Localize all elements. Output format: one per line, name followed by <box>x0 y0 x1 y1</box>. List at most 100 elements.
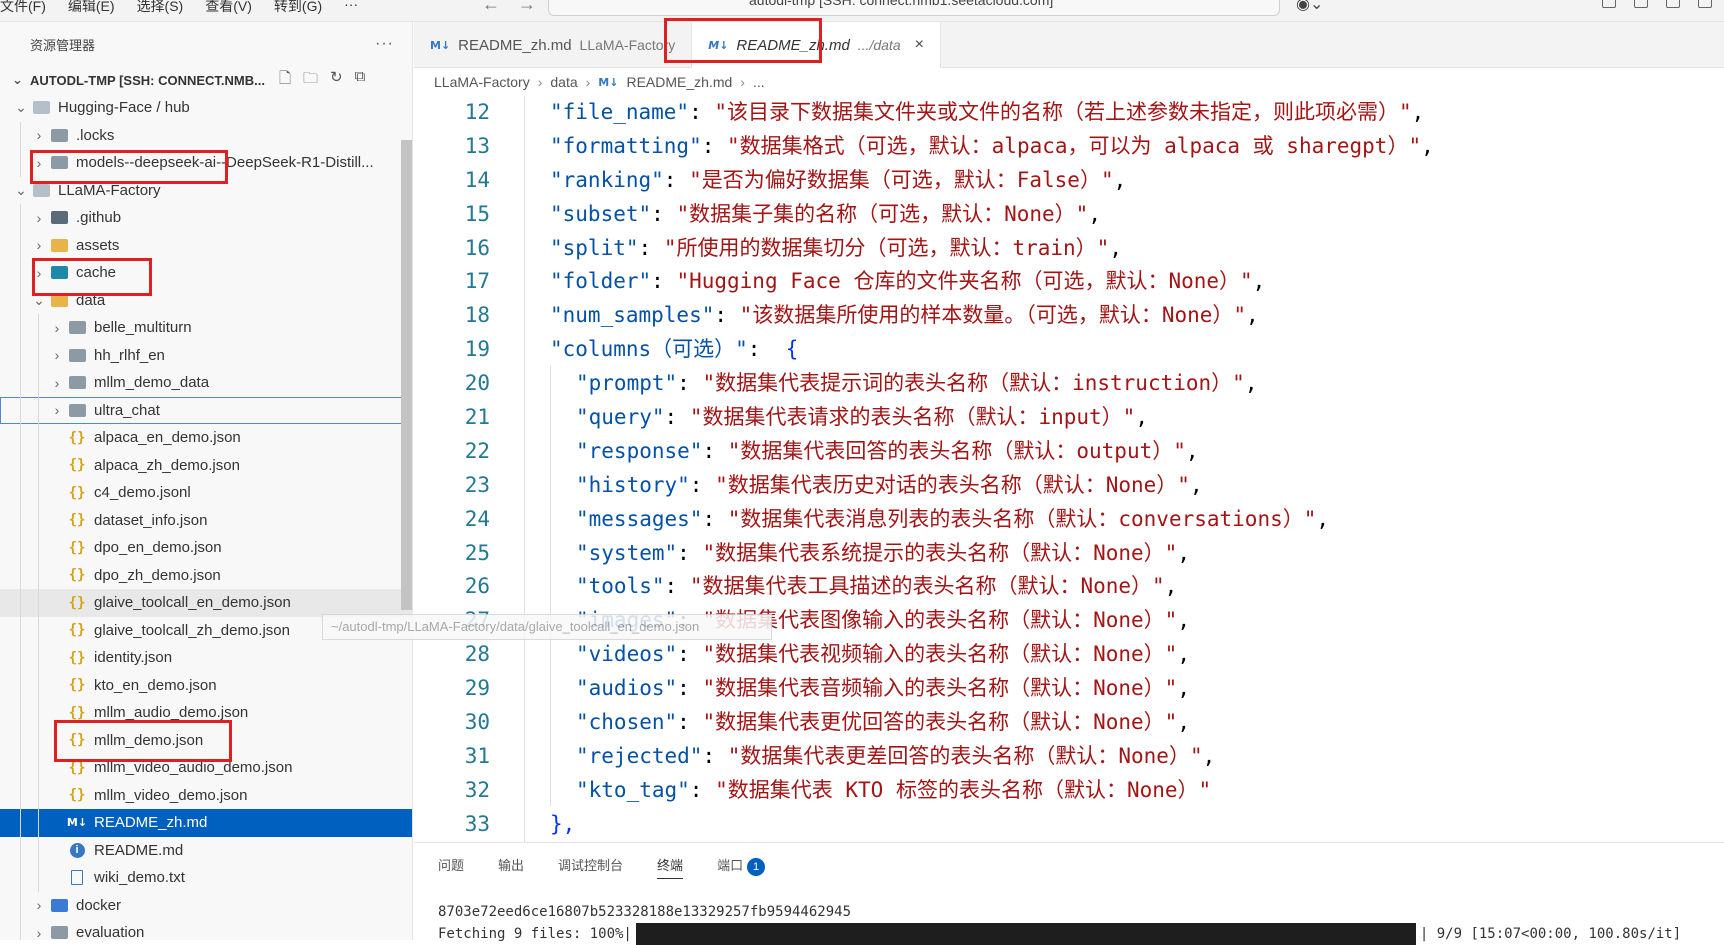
code-line: "subset": "数据集子集的名称（可选，默认：None）", <box>550 198 1434 232</box>
tab-readme-data[interactable]: M↓ README_zh.md .../data × <box>692 22 941 68</box>
progress-bar <box>635 923 1416 945</box>
refresh-icon[interactable]: ↻ <box>330 68 343 93</box>
tree-item-label: dpo_zh_demo.json <box>94 566 221 584</box>
punctuation: { <box>773 337 799 362</box>
menu-selection[interactable]: 选择(S) <box>137 0 184 16</box>
tab-output[interactable]: 输出 <box>498 855 524 879</box>
indent-guide <box>20 726 21 754</box>
tab-terminal[interactable]: 终端 <box>657 855 684 879</box>
tree-item[interactable]: {} mllm_video_audio_demo.json <box>0 754 412 782</box>
tree-item[interactable]: i README.md <box>0 836 412 864</box>
new-folder-icon[interactable]: 🗀 <box>303 68 318 93</box>
command-center[interactable]: autodl-tmp [SSH: connect.nmb1.seetacloud… <box>548 0 1280 16</box>
tree-item[interactable]: › belle_multiturn <box>0 314 412 342</box>
indent-guide <box>38 451 39 479</box>
tree-item[interactable]: ⌄ Hugging-Face / hub <box>0 94 412 122</box>
indent-guide <box>20 506 21 534</box>
sidebar-toggle-icon[interactable] <box>1634 0 1648 8</box>
explorer-sidebar: 资源管理器 ··· ⌄ AUTODL-TMP [SSH: CONNECT.NMB… <box>0 22 413 940</box>
line-number: 32 <box>464 777 490 802</box>
copilot-icon[interactable]: ◉⌄ <box>1296 0 1323 14</box>
json-file-icon: {} <box>68 484 86 501</box>
tree-item[interactable]: wiki_demo.txt <box>0 864 412 892</box>
tree-item[interactable]: › docker <box>0 891 412 919</box>
new-file-icon[interactable]: 🗋 <box>279 68 291 93</box>
tree-item[interactable]: {} dpo_en_demo.json <box>0 534 412 562</box>
tree-item[interactable]: {} identity.json <box>0 644 412 672</box>
back-arrow-icon[interactable]: ← <box>482 0 518 14</box>
tree-item[interactable]: {} alpaca_zh_demo.json <box>0 451 412 479</box>
tree-item[interactable]: › evaluation <box>0 919 412 940</box>
markdown-icon: M↓ <box>430 38 451 52</box>
breadcrumb-item[interactable]: ... <box>753 74 765 90</box>
more-actions-icon[interactable]: ··· <box>375 35 394 53</box>
tree-item[interactable]: › cache <box>0 259 412 287</box>
tree-item[interactable]: ⌄ LLaMA-Factory <box>0 177 412 205</box>
tab-debug-console[interactable]: 调试控制台 <box>558 855 623 879</box>
tree-item-label: models--deepseek-ai--DeepSeek-R1-Distill… <box>76 154 374 172</box>
tree-item[interactable]: {} dataset_info.json <box>0 506 412 534</box>
line-number: 30 <box>464 710 490 735</box>
tree-item[interactable]: {} kto_en_demo.json <box>0 671 412 699</box>
tree-item[interactable]: {} glaive_toolcall_en_demo.json <box>0 589 412 617</box>
tree-item-label: hh_rlhf_en <box>94 346 165 364</box>
tree-item[interactable]: {} mllm_audio_demo.json <box>0 699 412 727</box>
colon: : <box>702 506 728 531</box>
close-icon[interactable]: × <box>915 36 924 54</box>
tree-item[interactable]: {} alpaca_en_demo.json <box>0 424 412 452</box>
tree-item[interactable]: {} dpo_zh_demo.json <box>0 561 412 589</box>
code-line: "prompt": "数据集代表提示词的表头名称（默认：instruction）… <box>550 367 1434 401</box>
text-file-icon <box>66 870 88 886</box>
menu-more[interactable]: ··· <box>344 0 358 16</box>
collapse-all-icon[interactable]: ⧉ <box>355 68 366 93</box>
json-string-value: "数据集代表更优回答的表头名称（默认：None）" <box>702 710 1178 735</box>
json-string-value: "Hugging Face 仓库的文件夹名称（可选，默认：None）" <box>676 269 1253 294</box>
menu-go[interactable]: 转到(G) <box>274 0 322 16</box>
panel-toggle-icon[interactable] <box>1666 0 1680 8</box>
tree-item[interactable]: M↓ README_zh.md <box>0 809 412 837</box>
menu-file[interactable]: 文件(F) <box>0 0 46 16</box>
tree-item[interactable]: › mllm_demo_data <box>0 369 412 397</box>
terminal[interactable]: 8703e72eed6ce16807b523328188e13329257fb9… <box>438 901 1681 945</box>
panel-tabs: 问题 输出 调试控制台 终端 端口 1 <box>414 843 1724 879</box>
code-line: }, <box>550 808 1434 842</box>
tree-item[interactable]: › hh_rlhf_en <box>0 341 412 369</box>
tab-readme-llama-factory[interactable]: M↓ README_zh.md LLaMA-Factory <box>414 22 693 68</box>
workspace-root[interactable]: ⌄ AUTODL-TMP [SSH: CONNECT.NMB... 🗋 🗀 ↻ … <box>0 66 412 94</box>
punctuation: , <box>1411 100 1425 124</box>
tree-item[interactable]: › ultra_chat <box>0 396 412 424</box>
folder-icon <box>66 321 88 335</box>
tree-item-label: README.md <box>94 841 184 859</box>
menu-view[interactable]: 查看(V) <box>205 0 252 16</box>
tree-item[interactable]: › .locks <box>0 121 412 149</box>
tree-item[interactable]: ⌄ data <box>0 286 412 314</box>
code-line: "system": "数据集代表系统提示的表头名称（默认：None）", <box>550 537 1434 571</box>
tab-ports[interactable]: 端口 1 <box>717 855 766 879</box>
folder-icon <box>48 238 70 252</box>
tree-item[interactable]: {} mllm_video_demo.json <box>0 781 412 809</box>
tab-problems[interactable]: 问题 <box>438 855 464 879</box>
code-editor[interactable]: 1213141516171819202122232425262728293031… <box>414 96 1724 842</box>
secondary-sidebar-icon[interactable] <box>1698 0 1712 8</box>
nav-arrows: ←→ <box>482 0 554 15</box>
colon: : <box>664 574 690 599</box>
json-file-icon: {} <box>68 759 86 776</box>
breadcrumb-item[interactable]: LLaMA-Factory <box>434 74 530 90</box>
breadcrumb-item[interactable]: README_zh.md <box>626 74 732 90</box>
tree-item[interactable]: › .github <box>0 204 412 232</box>
tree-item[interactable]: {} c4_demo.jsonl <box>0 479 412 507</box>
folder-icon <box>48 128 70 142</box>
menu-edit[interactable]: 编辑(E) <box>68 0 115 16</box>
tree-item-label: mllm_demo_data <box>94 374 210 392</box>
tree-item-label: docker <box>76 896 122 914</box>
breadcrumb-item[interactable]: data <box>550 74 577 90</box>
sidebar-scrollbar[interactable] <box>401 140 412 610</box>
folder-icon <box>66 403 88 417</box>
tab-description: .../data <box>857 37 901 53</box>
tree-item[interactable]: › assets <box>0 231 412 259</box>
line-number: 22 <box>464 438 490 463</box>
tab-label: README_zh.md <box>458 36 572 54</box>
layout-toggle-icon[interactable] <box>1602 0 1616 8</box>
tree-item[interactable]: {} mllm_demo.json <box>0 726 412 754</box>
tree-item[interactable]: › models--deepseek-ai--DeepSeek-R1-Distil… <box>0 149 412 177</box>
